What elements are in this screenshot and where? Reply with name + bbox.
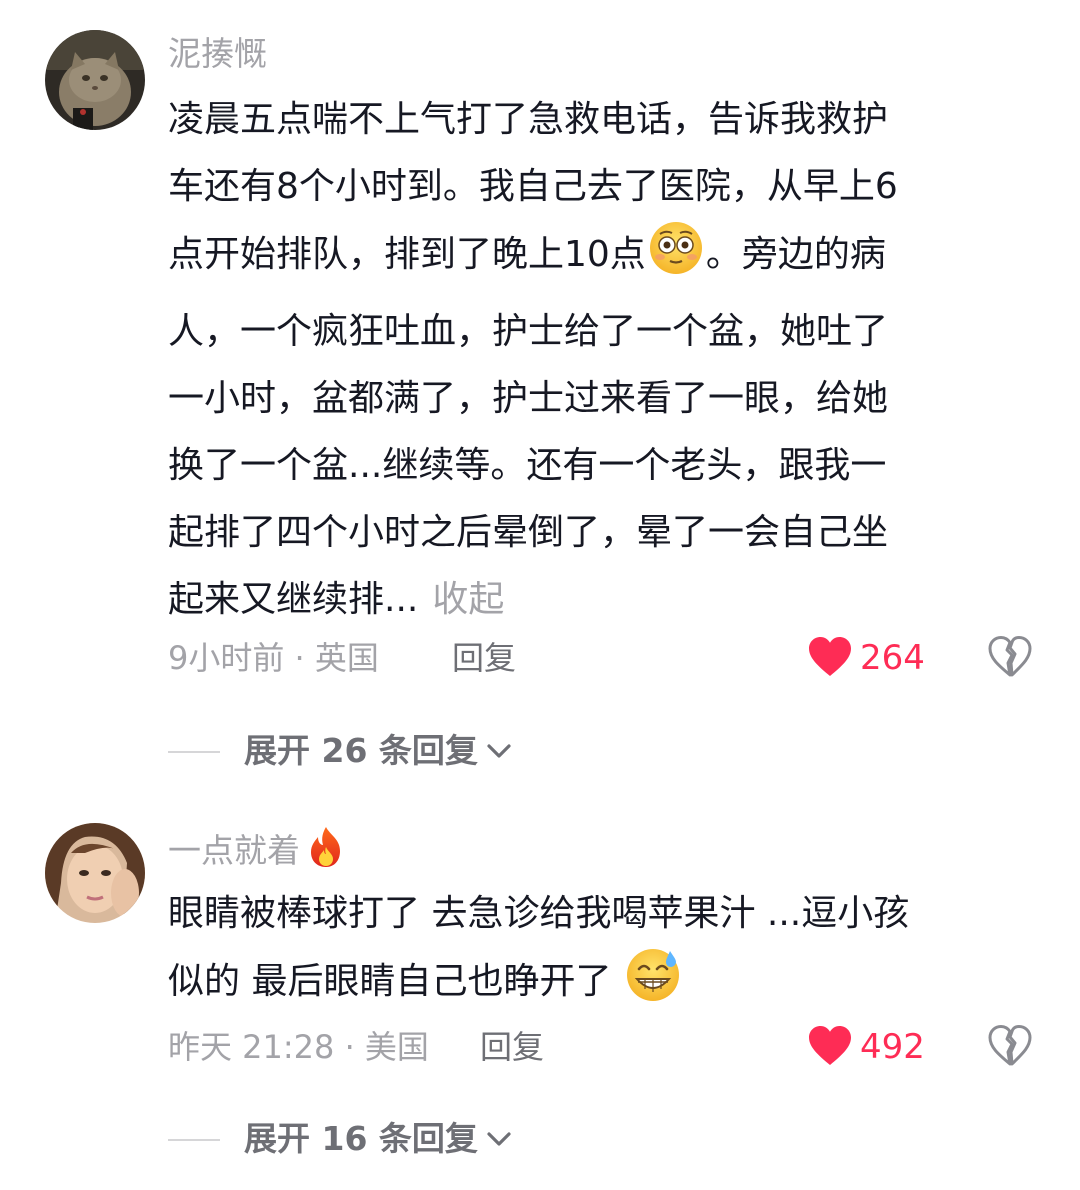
grimacing-sweat-emoji-icon	[625, 947, 681, 1025]
avatar[interactable]	[45, 30, 145, 130]
divider-line	[168, 1139, 220, 1141]
comment-line-with-emoji: 似的 最后眼睛自己也睁开了	[168, 947, 1048, 1025]
comment-text: 凌晨五点喘不上气打了急救电话，告诉我救护 车还有8个小时到。我自己去了医院，从早…	[168, 86, 1048, 633]
reply-button[interactable]: 回复	[480, 1022, 544, 1072]
avatar[interactable]	[45, 823, 145, 923]
username[interactable]: 泥揍慨	[168, 32, 267, 76]
heart-icon	[809, 637, 851, 676]
username[interactable]: 一点就着	[168, 825, 346, 880]
chevron-down-icon	[487, 1132, 511, 1146]
comment-meta: 昨天 21:28 · 美国 回复 492	[168, 1022, 1048, 1072]
portrait-avatar-image	[45, 823, 145, 923]
comment-line-with-emoji: 点开始排队，排到了晚上10点 。旁边的病	[168, 220, 1048, 298]
broken-heart-icon[interactable]	[988, 635, 1032, 679]
divider-line	[168, 751, 220, 753]
comment-line: 一小时，盆都满了，护士过来看了一眼，给她	[168, 378, 889, 419]
like-count: 492	[860, 1027, 925, 1067]
flushed-face-emoji-icon	[648, 220, 704, 298]
like-count: 264	[860, 638, 925, 678]
reply-button[interactable]: 回复	[452, 633, 516, 683]
expand-replies-label: 展开 16 条回复	[244, 1119, 478, 1158]
broken-heart-icon[interactable]	[988, 1024, 1032, 1068]
timestamp-location: 昨天 21:28 · 美国	[168, 1028, 429, 1066]
comment-meta: 9小时前 · 英国 回复 264	[168, 633, 1048, 683]
username-text: 泥揍慨	[168, 34, 267, 73]
comment-line-part: 起来又继续排...	[168, 579, 419, 620]
comment-line: 换了一个盆...继续等。还有一个老头，跟我一	[168, 445, 887, 486]
comment-line: 车还有8个小时到。我自己去了医院，从早上6	[168, 166, 898, 207]
heart-icon	[809, 1026, 851, 1065]
timestamp-location: 9小时前 · 英国	[168, 639, 379, 677]
fire-icon	[306, 825, 346, 880]
comment-line-part: 似的 最后眼睛自己也睁开了	[168, 961, 612, 1002]
chevron-down-icon	[487, 744, 511, 758]
comment-line: 起排了四个小时之后晕倒了，晕了一会自己坐	[168, 512, 889, 553]
comment-line-part: 。旁边的病	[705, 234, 886, 275]
comment-line: 眼睛被棒球打了 去急诊给我喝苹果汁 ...逗小孩	[168, 893, 910, 934]
cat-avatar-image	[45, 30, 145, 130]
collapse-link[interactable]: 收起	[432, 579, 504, 620]
comment-text: 眼睛被棒球打了 去急诊给我喝苹果汁 ...逗小孩 似的 最后眼睛自己也睁开了	[168, 880, 1048, 1025]
comment-line: 人，一个疯狂吐血，护士给了一个盆，她吐了	[168, 311, 889, 352]
expand-replies-label: 展开 26 条回复	[244, 731, 478, 770]
username-text: 一点就着	[168, 831, 300, 870]
comment-line-last: 起来又继续排... 收起	[168, 566, 1048, 633]
comment-line-part: 点开始排队，排到了晚上10点	[168, 234, 646, 275]
comment-line: 凌晨五点喘不上气打了急救电话，告诉我救护	[168, 99, 889, 140]
